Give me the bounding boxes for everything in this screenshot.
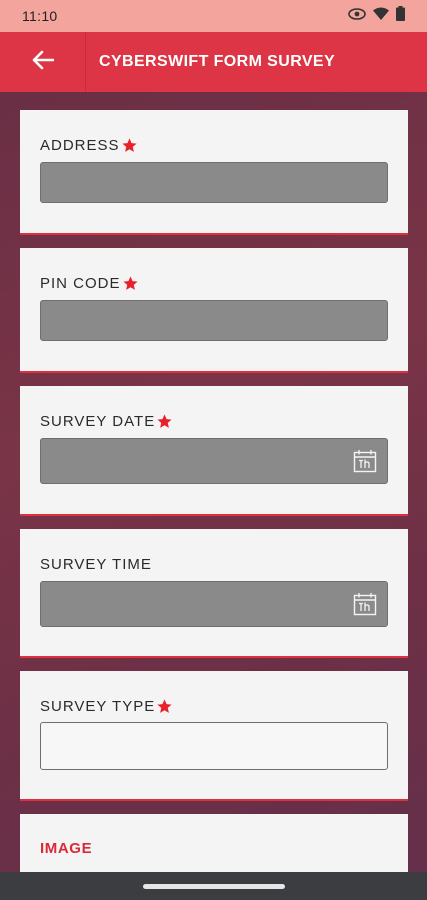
back-button[interactable] <box>0 32 86 92</box>
status-icons <box>348 6 405 26</box>
address-input[interactable] <box>40 162 388 203</box>
survey-time-card: SURVEY TIME <box>20 529 408 658</box>
survey-date-card: SURVEY DATE <box>20 386 408 516</box>
required-star-icon <box>156 413 173 430</box>
navigation-bar <box>0 872 427 900</box>
address-card: ADDRESS <box>20 110 408 235</box>
pin-code-label-row: PIN CODE <box>40 275 139 292</box>
battery-icon <box>396 6 405 26</box>
survey-time-input[interactable] <box>40 581 388 627</box>
survey-date-input[interactable] <box>40 438 388 484</box>
survey-type-input[interactable] <box>40 722 388 770</box>
required-star-icon <box>122 275 139 292</box>
image-label: IMAGE <box>40 840 93 857</box>
survey-type-label: SURVEY TYPE <box>40 698 156 715</box>
arrow-left-icon <box>32 50 54 75</box>
home-handle[interactable] <box>143 884 285 889</box>
app-bar: CYBERSWIFT FORM SURVEY <box>0 32 427 92</box>
status-bar: 11:10 <box>0 0 427 32</box>
status-time: 11:10 <box>22 8 58 24</box>
address-label: ADDRESS <box>40 137 120 154</box>
survey-type-label-row: SURVEY TYPE <box>40 698 173 715</box>
calendar-icon[interactable] <box>353 592 377 616</box>
pin-code-card: PIN CODE <box>20 248 408 373</box>
form-container: ADDRESS PIN CODE SURVEY DATE SURVEY TIME… <box>0 92 427 894</box>
survey-type-card: SURVEY TYPE <box>20 671 408 801</box>
required-star-icon <box>156 698 173 715</box>
address-label-row: ADDRESS <box>40 137 138 154</box>
survey-time-label-row: SURVEY TIME <box>40 556 152 573</box>
pin-code-input[interactable] <box>40 300 388 341</box>
survey-date-label-row: SURVEY DATE <box>40 413 173 430</box>
survey-date-label: SURVEY DATE <box>40 413 156 430</box>
required-star-icon <box>121 137 138 154</box>
calendar-icon[interactable] <box>353 449 377 473</box>
pin-code-label: PIN CODE <box>40 275 121 292</box>
eye-icon <box>348 7 366 25</box>
survey-time-label: SURVEY TIME <box>40 556 152 573</box>
page-title: CYBERSWIFT FORM SURVEY <box>99 53 336 70</box>
wifi-icon <box>373 7 389 25</box>
